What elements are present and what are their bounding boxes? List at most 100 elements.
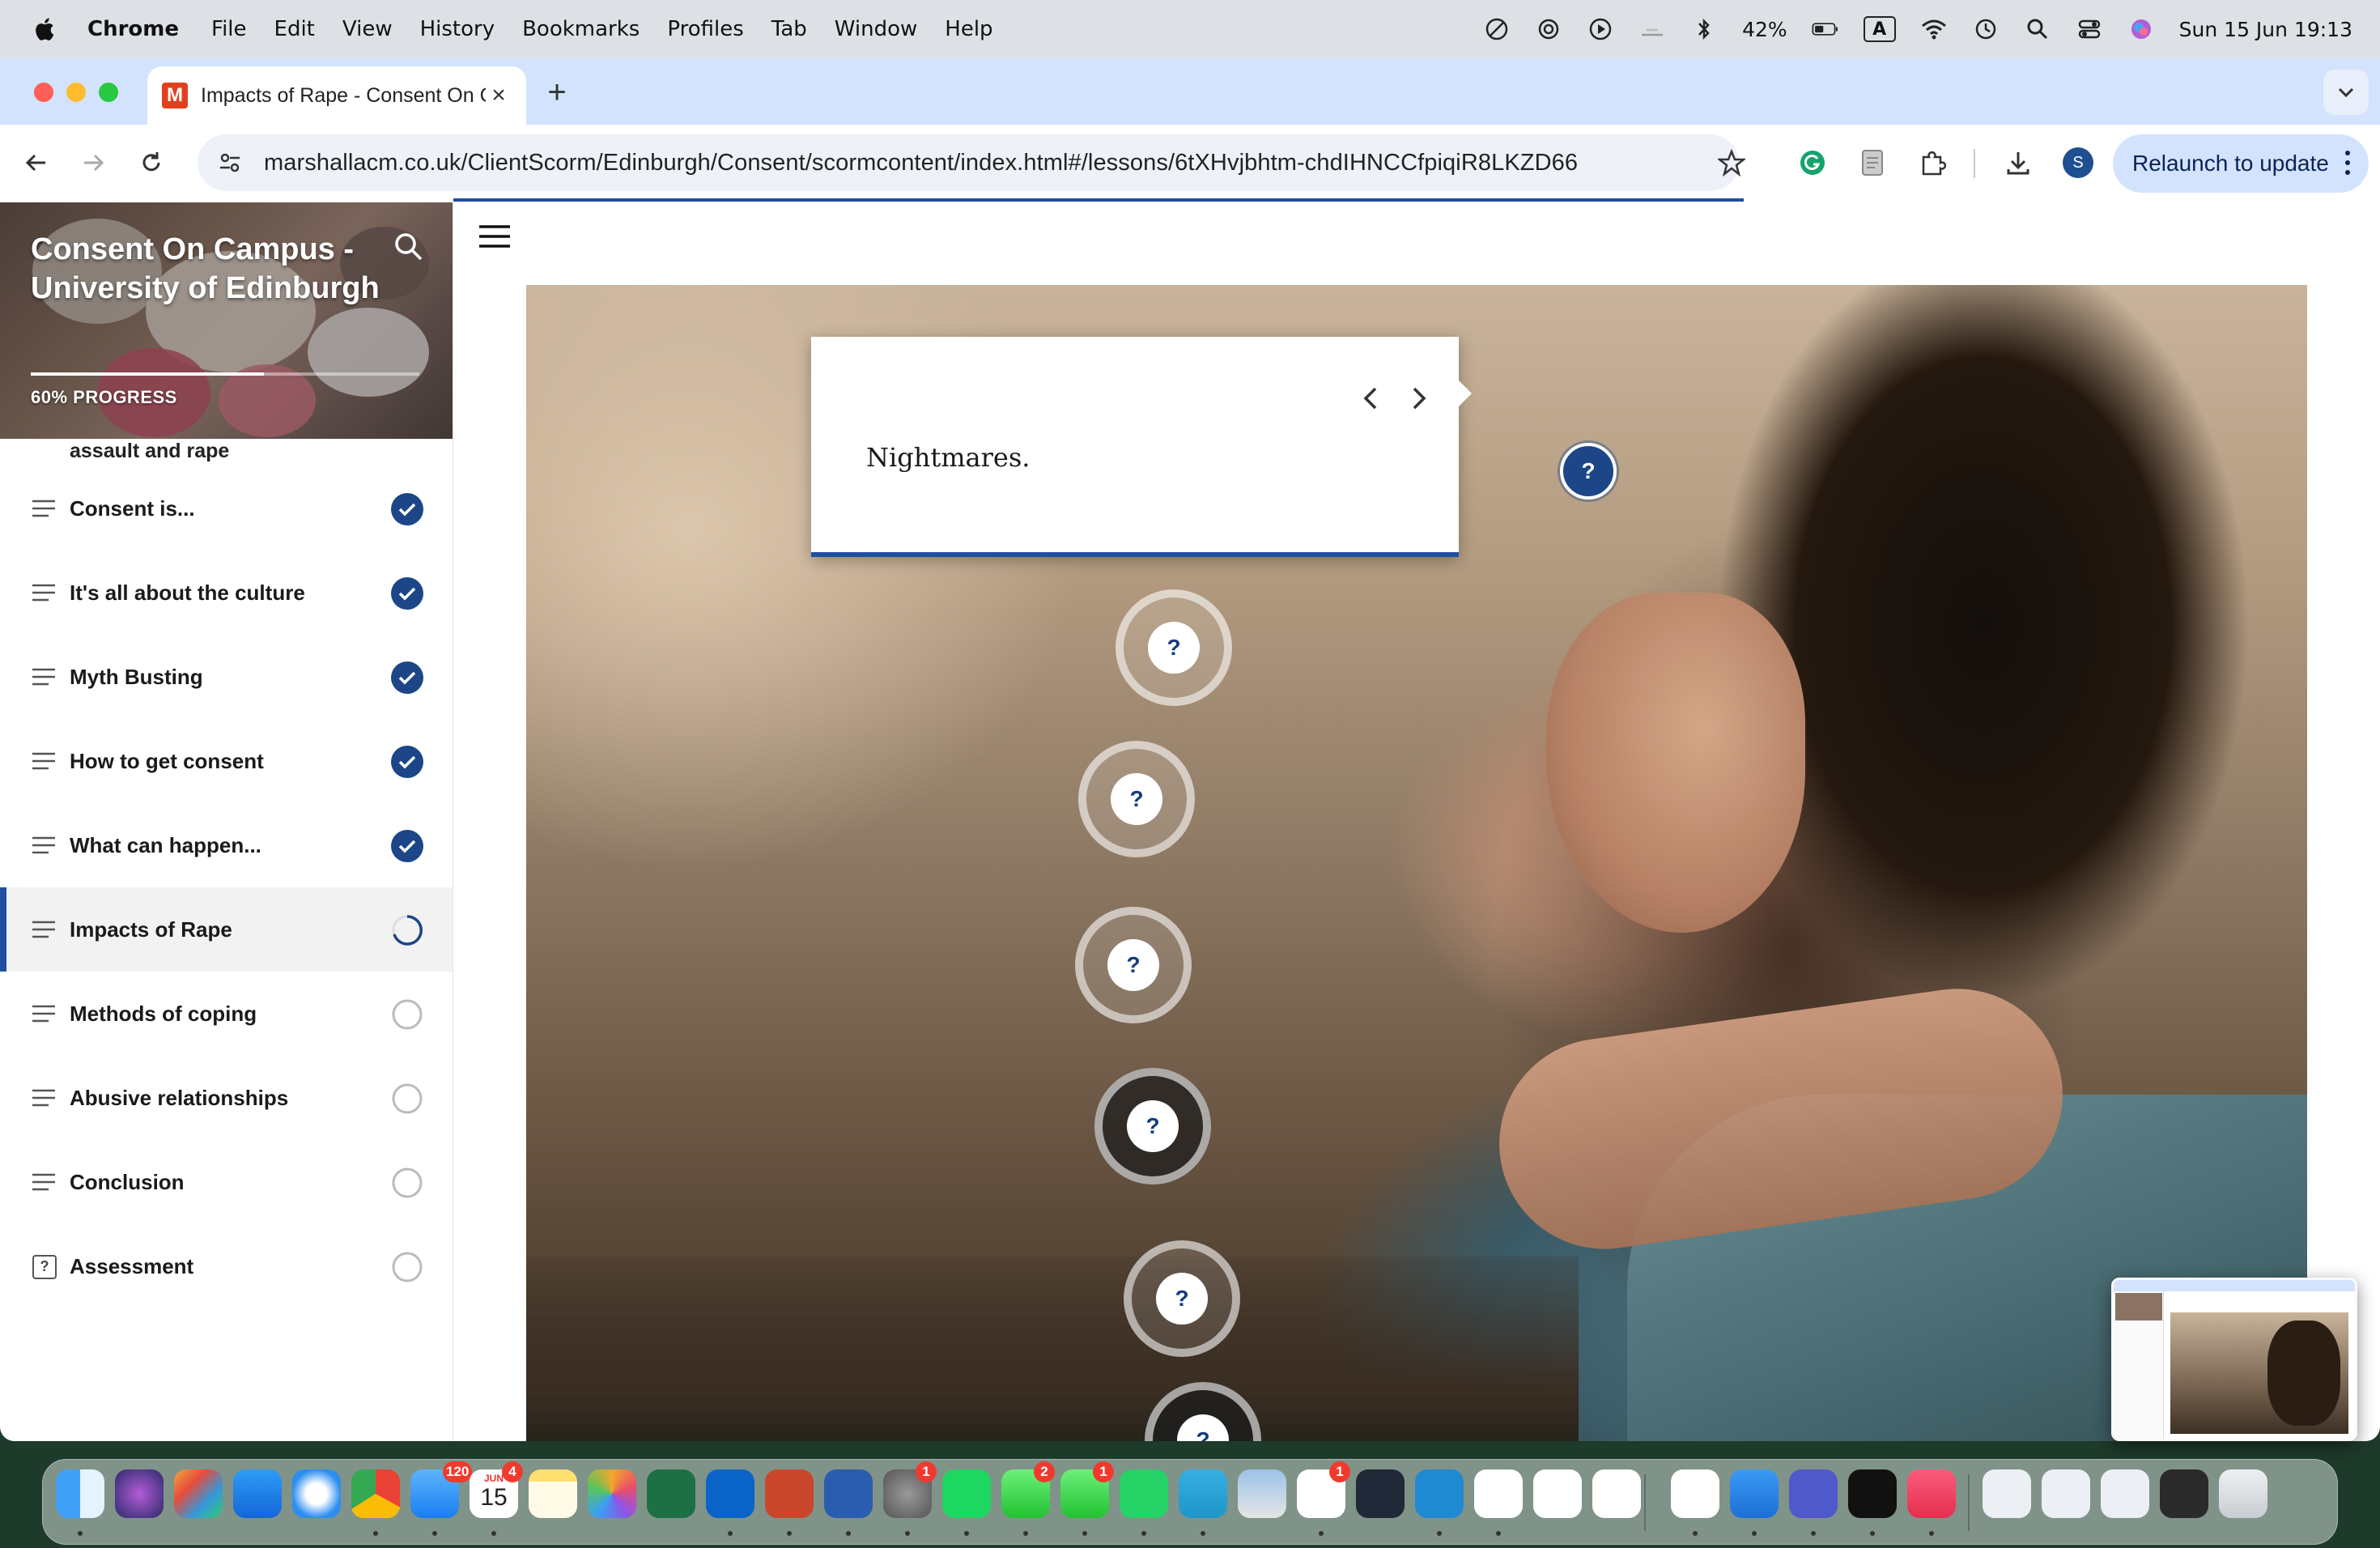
hotspot-marker[interactable]: ? xyxy=(1075,907,1192,1023)
notion-icon[interactable] xyxy=(1474,1469,1523,1518)
excel-icon[interactable] xyxy=(647,1469,695,1518)
finder-icon[interactable] xyxy=(56,1469,104,1518)
chevron-right-icon[interactable] xyxy=(1402,382,1434,415)
relaunch-to-update-button[interactable]: Relaunch to update xyxy=(2113,134,2369,193)
chevron-left-icon[interactable] xyxy=(1355,382,1388,415)
launchpad-icon[interactable] xyxy=(174,1469,223,1518)
address-bar[interactable]: marshallacm.co.uk/ClientScorm/Edinburgh/… xyxy=(198,134,1739,191)
hotspot-marker[interactable]: ? xyxy=(1094,1068,1211,1184)
activity-monitor-icon[interactable] xyxy=(1848,1469,1897,1518)
window-minimize-button[interactable] xyxy=(66,83,86,102)
hamburger-menu-icon[interactable] xyxy=(478,223,512,249)
whatsapp-icon[interactable] xyxy=(1120,1469,1168,1518)
menu-help[interactable]: Help xyxy=(945,17,992,41)
new-tab-icon[interactable]: + xyxy=(541,76,573,108)
apple-logo-icon[interactable] xyxy=(32,16,55,42)
menu-bar-clock[interactable]: Sun 15 Jun 19:13 xyxy=(2179,18,2352,41)
telegram-icon[interactable] xyxy=(1179,1469,1227,1518)
play-icon[interactable] xyxy=(1587,15,1614,43)
safari-icon[interactable] xyxy=(292,1469,341,1518)
dev-tool-icon[interactable] xyxy=(1356,1469,1405,1518)
hotspot-marker[interactable]: ? xyxy=(1145,1382,1261,1441)
lesson-item[interactable]: What can happen... xyxy=(0,803,453,887)
screenshot-thumbnail[interactable] xyxy=(2111,1278,2357,1441)
spotify-icon[interactable] xyxy=(942,1469,991,1518)
reading-mode-icon[interactable] xyxy=(1854,144,1891,181)
lesson-item[interactable]: Consent is... xyxy=(0,466,453,551)
bookmark-star-icon[interactable] xyxy=(1713,144,1750,181)
music-icon[interactable] xyxy=(1907,1469,1956,1518)
recent-window-1-icon[interactable] xyxy=(1983,1469,2031,1518)
teams-icon[interactable] xyxy=(1789,1469,1838,1518)
menu-bookmarks[interactable]: Bookmarks xyxy=(522,17,640,41)
tab-search-dropdown-icon[interactable] xyxy=(2323,70,2369,115)
hotspot-marker-active[interactable]: ? xyxy=(1560,443,1617,500)
notification-badge: 1 xyxy=(1329,1461,1350,1482)
vscode-icon[interactable] xyxy=(1415,1469,1464,1518)
recent-window-3-icon[interactable] xyxy=(2101,1469,2149,1518)
profile-avatar[interactable]: S xyxy=(2059,144,2097,181)
running-indicator xyxy=(432,1531,437,1536)
hotspot-marker[interactable]: ? xyxy=(1116,589,1232,706)
notes-icon[interactable] xyxy=(529,1469,577,1518)
grammarly-extension-icon[interactable] xyxy=(1794,144,1831,181)
siri-icon[interactable] xyxy=(2127,15,2155,43)
focus-icon[interactable] xyxy=(1483,15,1511,43)
lesson-item[interactable]: It's all about the culture xyxy=(0,551,453,635)
weather-icon[interactable] xyxy=(1638,15,1666,43)
menu-app-name[interactable]: Chrome xyxy=(87,17,179,41)
photos-icon[interactable] xyxy=(588,1469,636,1518)
menu-window[interactable]: Window xyxy=(835,17,918,41)
powerpoint-icon[interactable] xyxy=(765,1469,814,1518)
tab-close-icon[interactable]: × xyxy=(486,82,512,109)
menu-view[interactable]: View xyxy=(342,17,393,41)
hotspot-marker[interactable]: ? xyxy=(1078,741,1195,857)
siri-app-icon[interactable] xyxy=(115,1469,164,1518)
recent-window-2-icon[interactable] xyxy=(2042,1469,2090,1518)
time-machine-icon[interactable] xyxy=(1972,15,2000,43)
reload-icon[interactable] xyxy=(131,142,172,183)
lesson-item-partial[interactable]: assault and rape xyxy=(70,439,229,463)
menu-tab[interactable]: Tab xyxy=(771,17,807,41)
lesson-item[interactable]: Impacts of Rape xyxy=(0,887,453,972)
app-store-icon[interactable] xyxy=(233,1469,282,1518)
extensions-puzzle-icon[interactable] xyxy=(1914,144,1951,181)
window-zoom-button[interactable] xyxy=(99,83,118,102)
lesson-item[interactable]: Conclusion xyxy=(0,1140,453,1224)
site-info-icon[interactable] xyxy=(217,150,243,176)
word-icon[interactable] xyxy=(824,1469,873,1518)
recent-window-4-icon[interactable] xyxy=(2160,1469,2208,1518)
bluetooth-icon[interactable] xyxy=(1690,15,1718,43)
menu-edit[interactable]: Edit xyxy=(274,17,315,41)
battery-icon[interactable] xyxy=(1812,15,1839,43)
lesson-item[interactable]: Myth Busting xyxy=(0,635,453,719)
control-center-icon[interactable] xyxy=(2076,15,2103,43)
wifi-icon[interactable] xyxy=(1920,15,1948,43)
chatgpt-icon[interactable] xyxy=(1535,15,1562,43)
lesson-item[interactable]: ? Assessment xyxy=(0,1224,453,1308)
chatgpt-app-icon[interactable] xyxy=(1671,1469,1719,1518)
chrome-menu-icon[interactable] xyxy=(2344,149,2351,176)
trash-icon[interactable] xyxy=(2219,1469,2267,1518)
window-close-button[interactable] xyxy=(34,83,53,102)
cloud-app-icon[interactable] xyxy=(1533,1469,1582,1518)
input-source-icon[interactable]: A xyxy=(1863,16,1896,42)
spotlight-search-icon[interactable] xyxy=(2024,15,2051,43)
chrome-icon[interactable] xyxy=(351,1469,400,1518)
forward-arrow-icon[interactable] xyxy=(73,142,113,183)
search-icon[interactable] xyxy=(392,230,424,262)
zotero-icon[interactable] xyxy=(1592,1469,1641,1518)
outlook-icon[interactable] xyxy=(706,1469,754,1518)
lesson-item[interactable]: How to get consent xyxy=(0,719,453,803)
back-arrow-icon[interactable] xyxy=(16,142,57,183)
lesson-item[interactable]: Methods of coping xyxy=(0,972,453,1056)
active-tab[interactable]: M Impacts of Rape - Consent On Campus - … xyxy=(147,66,526,125)
keynote-icon[interactable] xyxy=(1730,1469,1779,1518)
hotspot-marker[interactable]: ? xyxy=(1124,1240,1240,1357)
preview-icon[interactable] xyxy=(1238,1469,1286,1518)
menu-history[interactable]: History xyxy=(420,17,495,41)
downloads-icon[interactable] xyxy=(2000,144,2037,181)
lesson-item[interactable]: Abusive relationships xyxy=(0,1056,453,1140)
menu-file[interactable]: File xyxy=(211,17,247,41)
menu-profiles[interactable]: Profiles xyxy=(667,17,743,41)
